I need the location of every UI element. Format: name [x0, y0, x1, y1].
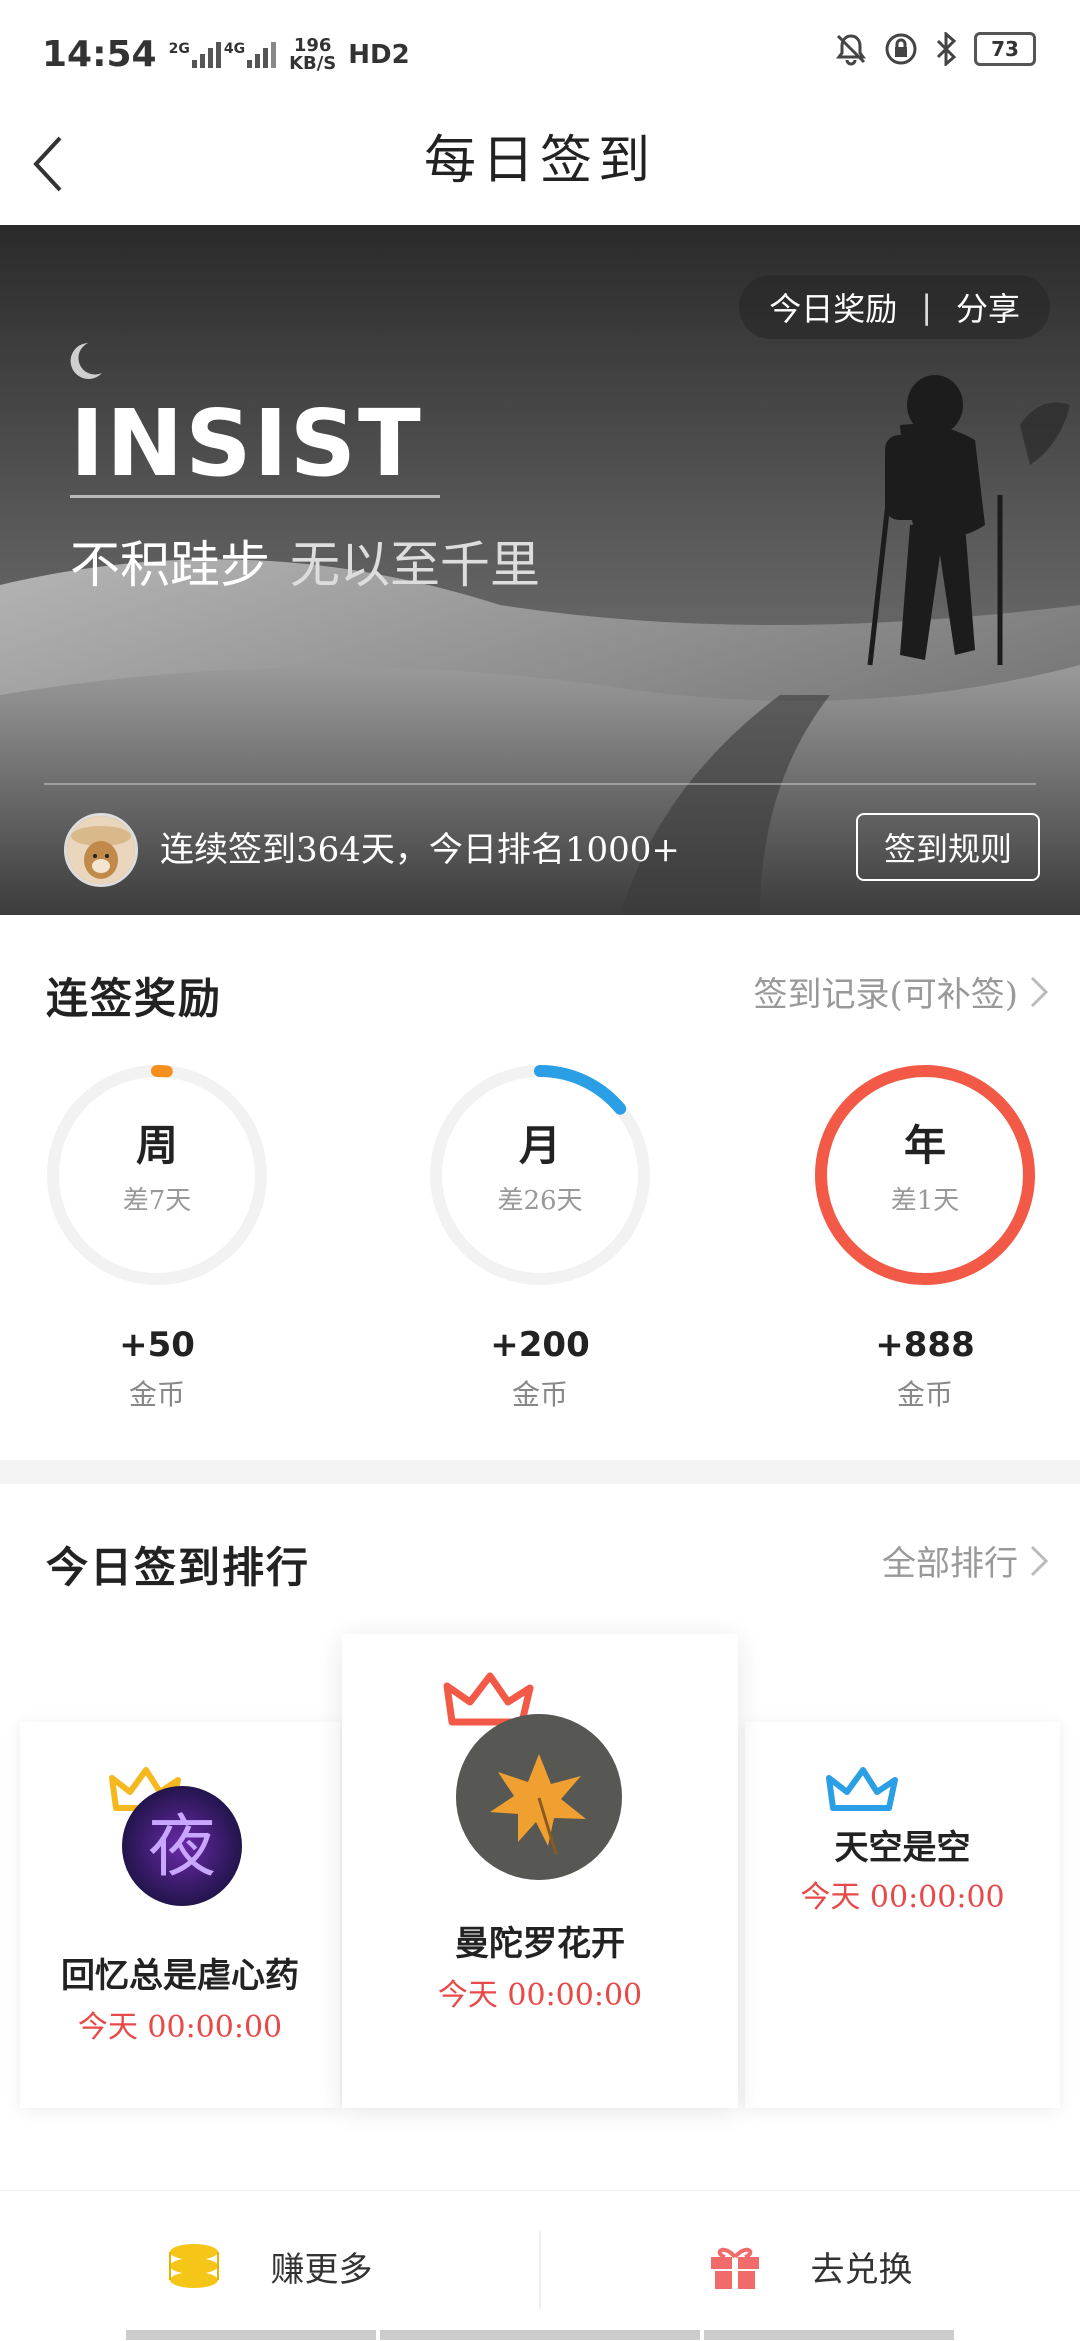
nav-indicator-left — [126, 2330, 376, 2340]
net-speed-value: 196 — [293, 34, 332, 56]
status-bar: 14:54 2G 4G 196 KB/S HD2 73 — [0, 0, 1080, 110]
chevron-right-icon — [1030, 976, 1049, 1007]
share-button[interactable]: 分享 — [956, 284, 1020, 330]
month-reward-value: +200 — [490, 1325, 590, 1365]
rank-second-time: 今天 00:00:00 — [77, 2010, 283, 2045]
streak-rewards-section: 连签奖励 签到记录(可补签) 周 差7天 +50 金币 月 差26天 +200 … — [0, 915, 1080, 1460]
battery-indicator: 73 — [974, 32, 1036, 66]
banner: 今日奖励 | 分享 INSIST 不积跬步 无以至千里 连续签到364天，今日排名… — [0, 225, 1080, 915]
status-time: 14:54 — [42, 34, 157, 75]
streak-section-title: 连签奖励 — [46, 974, 223, 1023]
streak-week-ring[interactable]: 周 差7天 — [42, 1060, 272, 1290]
rank-first-avatar — [456, 1714, 622, 1880]
banner-rule — [70, 495, 440, 498]
crown-icon — [826, 1767, 898, 1811]
redeem-button[interactable]: 去兑换 — [541, 2191, 1080, 2341]
month-progress-ring — [430, 1065, 650, 1285]
today-ranking-section: 今日签到排行 全部排行 夜 回忆总是虐心药 今天 00:00:00 天空是空 今… — [0, 1484, 1080, 2184]
signal-bars-icon — [191, 41, 221, 68]
cell-signal-icon: 2G 4G — [168, 40, 277, 68]
banner-headline: INSIST — [70, 390, 423, 497]
rank-second-avatar: 夜 — [122, 1786, 242, 1906]
pill-separator: | — [921, 288, 932, 326]
bluetooth-icon — [936, 32, 957, 66]
banner-quote-part1: 不积跬步 — [70, 536, 270, 594]
year-progress-ring — [815, 1065, 1035, 1285]
gift-icon — [710, 2247, 759, 2289]
nav-indicator-center — [380, 2330, 700, 2340]
rank-card-second[interactable]: 夜 回忆总是虐心药 今天 00:00:00 — [20, 1722, 340, 2108]
banner-actions-pill: 今日奖励 | 分享 — [739, 275, 1050, 339]
streak-month-ring[interactable]: 月 差26天 — [425, 1060, 655, 1290]
chevron-right-icon — [1030, 1545, 1049, 1576]
rank-first-time: 今天 00:00:00 — [437, 1978, 643, 2013]
week-reward-value: +50 — [119, 1325, 195, 1365]
sign-in-status: 连续签到364天，今日排名1000+ — [160, 830, 680, 870]
ranking-section-title: 今日签到排行 — [46, 1543, 311, 1592]
redeem-label: 去兑换 — [810, 2249, 913, 2290]
bottom-action-bar: 赚更多 去兑换 — [0, 2190, 1080, 2341]
rank-second-name: 回忆总是虐心药 — [61, 1956, 299, 1996]
section-gap — [0, 1460, 1080, 1484]
rotation-lock-icon — [885, 33, 917, 65]
rank-third-time: 今天 00:00:00 — [800, 1880, 1005, 1915]
week-reward-unit: 金币 — [128, 1378, 185, 1411]
earn-more-button[interactable]: 赚更多 — [0, 2191, 539, 2341]
header: 每日签到 — [0, 110, 1080, 225]
sign-in-record-link[interactable]: 签到记录(可补签) — [753, 967, 1050, 1016]
streak-year-ring[interactable]: 年 差1天 — [810, 1060, 1040, 1290]
coin-stack-icon — [168, 2244, 219, 2288]
today-reward-button[interactable]: 今日奖励 — [769, 284, 897, 330]
signal-bars-icon — [247, 41, 277, 68]
user-avatar[interactable] — [64, 813, 138, 887]
mute-bell-icon — [836, 34, 866, 66]
earn-more-label: 赚更多 — [270, 2249, 373, 2290]
week-progress-ring — [47, 1065, 267, 1285]
avatar-image — [67, 816, 135, 884]
net-speed-unit: KB/S — [289, 52, 337, 74]
status-left: 14:54 2G 4G 196 KB/S HD2 — [42, 34, 410, 75]
page-title: 每日签到 — [423, 131, 656, 191]
avatar-image — [456, 1714, 622, 1880]
sign-in-record-label: 签到记录(可补签) — [753, 975, 1018, 1015]
banner-divider — [44, 783, 1036, 785]
status-right: 73 — [834, 32, 1036, 66]
week-days-left: 差7天 — [122, 1186, 192, 1216]
month-reward-unit: 金币 — [511, 1378, 568, 1411]
signal-2g-label: 2G — [168, 40, 190, 57]
all-ranking-label: 全部排行 — [882, 1544, 1018, 1584]
month-days-left: 差26天 — [497, 1186, 583, 1216]
year-reward-value: +888 — [875, 1325, 975, 1365]
week-label: 周 — [135, 1121, 178, 1170]
nav-indicator-right — [704, 2330, 954, 2340]
rank-first-name: 曼陀罗花开 — [455, 1924, 625, 1964]
year-reward-unit: 金币 — [896, 1378, 953, 1411]
hd-badge: HD2 — [348, 39, 410, 70]
banner-quote: 不积跬步 无以至千里 — [70, 525, 540, 597]
avatar-image: 夜 — [122, 1786, 242, 1906]
year-days-left: 差1天 — [890, 1186, 960, 1216]
signal-4g-label: 4G — [223, 40, 246, 57]
svg-text:夜: 夜 — [148, 1808, 216, 1887]
net-speed: 196 KB/S — [289, 34, 337, 74]
month-label: 月 — [518, 1121, 561, 1170]
all-ranking-link[interactable]: 全部排行 — [882, 1536, 1050, 1585]
year-label: 年 — [903, 1121, 946, 1170]
rank-third-name: 天空是空 — [834, 1828, 971, 1868]
rank-card-third[interactable]: 天空是空 今天 00:00:00 — [745, 1722, 1060, 2108]
rank-card-first[interactable]: 曼陀罗花开 今天 00:00:00 — [342, 1634, 738, 2108]
banner-quote-part2: 无以至千里 — [290, 536, 540, 594]
sign-in-rules-button[interactable]: 签到规则 — [856, 813, 1040, 881]
